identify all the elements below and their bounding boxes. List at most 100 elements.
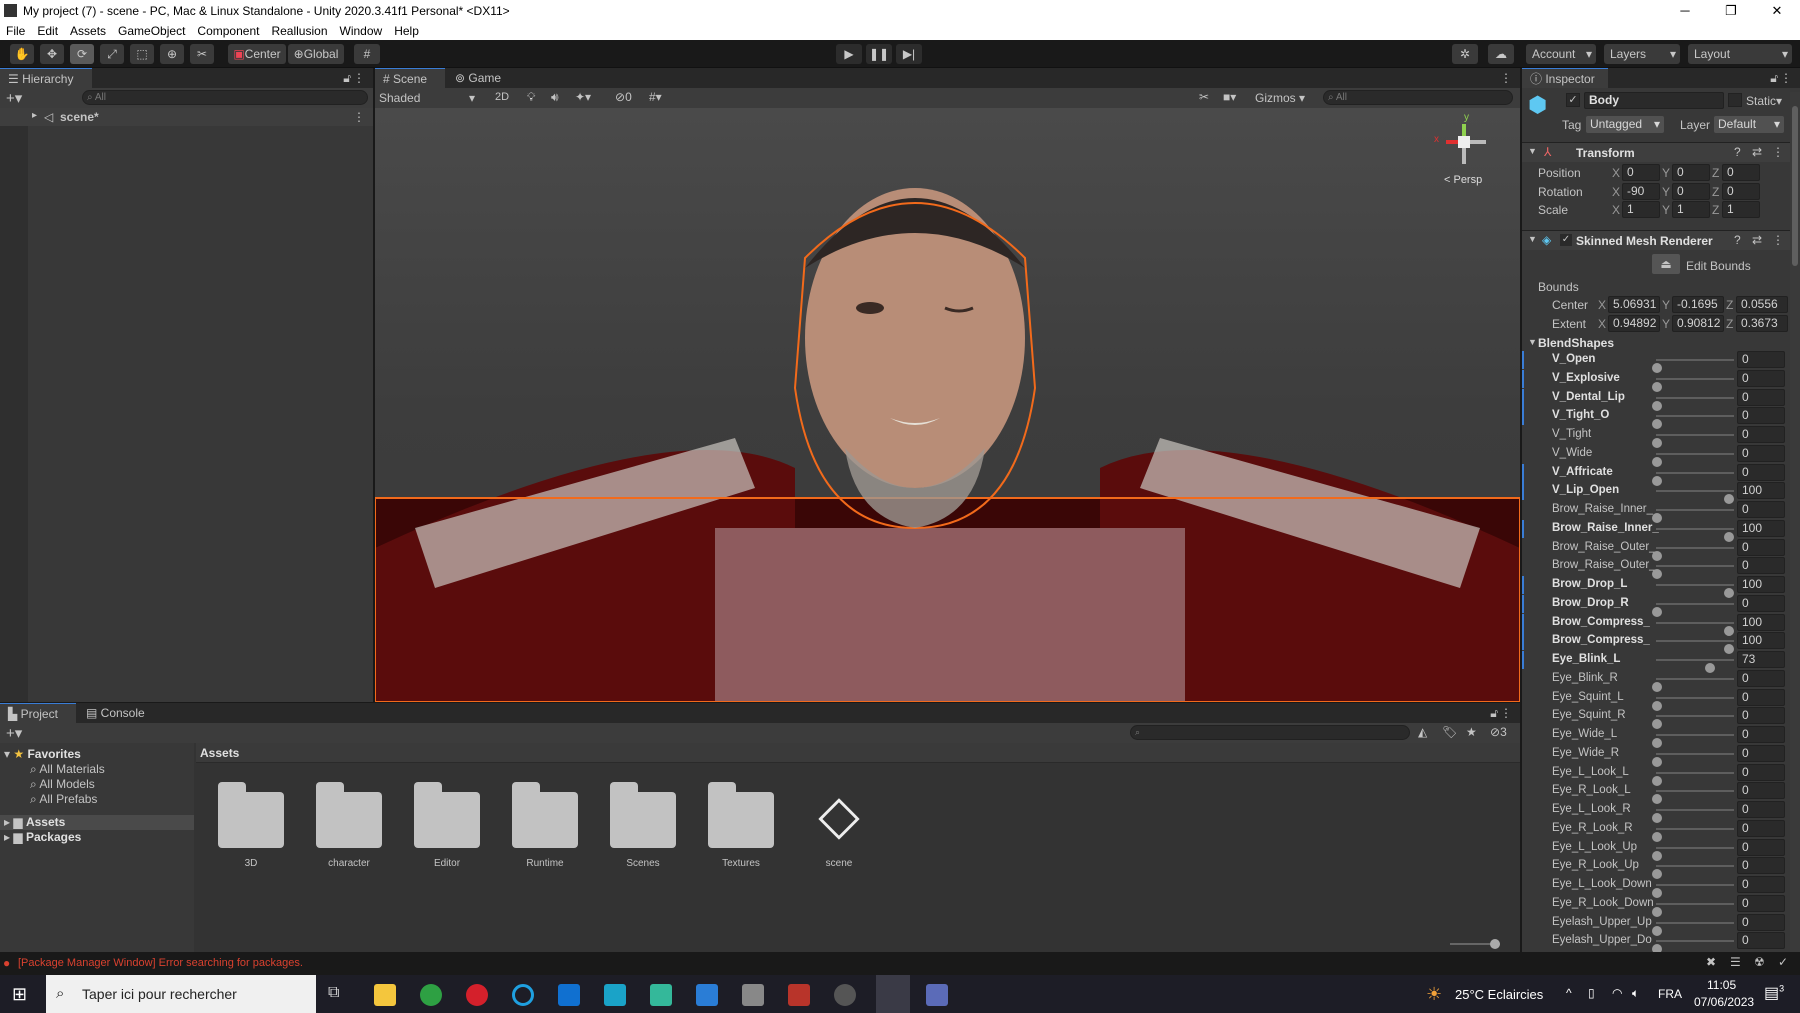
blendshape-value-input[interactable]: 0 — [1737, 913, 1785, 931]
blendshape-value-input[interactable]: 0 — [1737, 557, 1785, 575]
blendshape-slider[interactable] — [1656, 527, 1734, 542]
auto-generate-lighting-icon[interactable]: ☢ — [1754, 955, 1765, 969]
blendshape-slider[interactable] — [1652, 734, 1734, 748]
fav-all-prefabs[interactable]: ⌕ All Prefabs — [30, 792, 97, 807]
tab-inspector[interactable]: ⓘ Inspector — [1522, 68, 1608, 88]
blendshape-slider[interactable] — [1652, 902, 1734, 917]
active-checkbox[interactable]: ✓ — [1566, 93, 1580, 107]
2d-toggle[interactable]: 2D — [495, 91, 509, 103]
transform-position-y-input[interactable]: 0 — [1672, 164, 1710, 181]
menu-help[interactable]: Help — [388, 24, 425, 38]
grid-snap-icon[interactable]: # — [354, 44, 380, 64]
app-icon[interactable] — [742, 984, 764, 1006]
tray-chevron-icon[interactable]: ^ — [1566, 986, 1572, 1000]
taskbar-search-box[interactable]: ⌕ Taper ici pour rechercher — [46, 975, 316, 1013]
tab-game[interactable]: ⊚ Game — [447, 68, 517, 88]
blendshape-value-input[interactable]: 0 — [1737, 444, 1785, 462]
blendshape-value-input[interactable]: 0 — [1737, 688, 1785, 706]
transform-header[interactable]: ▼ ⅄ Transform ? ⇄ ⋮ — [1522, 142, 1790, 162]
tools-icon[interactable]: ✂ — [1199, 90, 1209, 104]
tree-item-assets[interactable]: ▸ ▆ Assets — [0, 815, 194, 830]
blendshape-slider[interactable] — [1652, 546, 1734, 561]
move-tool-icon[interactable]: ✥ — [40, 44, 64, 64]
blendshape-value-input[interactable]: 0 — [1737, 857, 1785, 875]
bounds-extent-x-input[interactable]: 0.94892 — [1608, 314, 1660, 332]
menu-reallusion[interactable]: Reallusion — [265, 24, 333, 38]
progress-check-icon[interactable]: ✓ — [1778, 955, 1788, 969]
clock-time[interactable]: 11:05 — [1707, 978, 1736, 992]
blendshape-value-input[interactable]: 0 — [1737, 782, 1785, 800]
audio-icon[interactable]: 🔊︎ — [551, 90, 559, 105]
add-icon[interactable]: +▾ — [6, 89, 22, 107]
asset-scene[interactable]: ◇ scene — [806, 782, 872, 869]
blendshape-slider[interactable] — [1652, 377, 1734, 392]
minimize-button[interactable]: ─ — [1662, 0, 1708, 21]
create-icon[interactable]: +▾ — [6, 724, 22, 742]
transform-rotation-y-input[interactable]: 0 — [1672, 182, 1710, 200]
blendshape-slider[interactable] — [1652, 846, 1734, 861]
inspector-scrollbar[interactable] — [1790, 92, 1800, 952]
rect-tool-icon[interactable]: ⬚ — [130, 44, 154, 64]
tree-item-packages[interactable]: ▸ ▆ Packages — [4, 830, 81, 844]
transform-rotation-x-input[interactable]: -90 — [1622, 182, 1660, 200]
menu-component[interactable]: Component — [191, 24, 265, 38]
blendshape-value-input[interactable]: 0 — [1737, 369, 1785, 387]
blendshape-value-input[interactable]: 100 — [1737, 613, 1785, 631]
scene-viewport[interactable]: y x < Persp — [375, 108, 1520, 702]
menu-edit[interactable]: Edit — [31, 24, 64, 38]
more-icon[interactable]: ⋮ — [353, 71, 365, 85]
blendshape-value-input[interactable]: 0 — [1737, 351, 1785, 368]
blendshape-value-input[interactable]: 0 — [1737, 388, 1785, 406]
transform-position-x-input[interactable]: 0 — [1622, 164, 1660, 181]
menu-file[interactable]: File — [0, 24, 31, 38]
notifications-icon[interactable]: ▤3 — [1764, 983, 1784, 1003]
unity-hub-icon[interactable] — [834, 984, 856, 1006]
project-search-input[interactable]: ⌕ — [1130, 725, 1410, 740]
tab-scene[interactable]: # Scene — [375, 68, 445, 88]
c-app-icon[interactable] — [512, 984, 534, 1006]
blendshape-value-input[interactable]: 100 — [1737, 519, 1785, 537]
fav-all-models[interactable]: ⌕ All Models — [30, 777, 95, 792]
weather-text[interactable]: 25°C Eclaircies — [1455, 987, 1543, 1002]
blendshape-slider[interactable] — [1652, 415, 1734, 430]
blendshape-value-input[interactable]: 0 — [1737, 894, 1785, 912]
blendshape-slider[interactable] — [1652, 752, 1734, 767]
close-button[interactable]: ✕ — [1754, 0, 1800, 21]
lock-icon[interactable]: 🔓︎ — [1770, 71, 1778, 86]
blendshape-slider[interactable] — [1652, 940, 1734, 955]
expand-arrow-icon[interactable]: ▸ — [32, 110, 37, 121]
lock-icon[interactable]: 🔓︎ — [1490, 706, 1498, 721]
blendshape-value-input[interactable]: 0 — [1737, 501, 1785, 518]
edit-bounds-button[interactable]: ⏏ — [1652, 254, 1680, 274]
hidden-objects-toggle[interactable]: ⊘0 — [615, 90, 632, 104]
blendshape-slider[interactable] — [1652, 452, 1734, 467]
file-explorer-icon[interactable] — [374, 984, 396, 1006]
chrome-icon[interactable] — [420, 984, 442, 1006]
tab-hierarchy[interactable]: ☰ Hierarchy — [0, 68, 92, 88]
help-icon[interactable]: ? — [1734, 233, 1741, 247]
static-checkbox[interactable] — [1728, 93, 1742, 107]
blendshape-value-input[interactable]: 73 — [1737, 651, 1785, 668]
blendshape-slider[interactable] — [1652, 509, 1734, 523]
lighting-icon[interactable]: 💡︎ — [527, 90, 535, 105]
layout-dropdown[interactable]: Layout ▾ — [1688, 44, 1792, 64]
transform-rotation-z-input[interactable]: 0 — [1722, 182, 1760, 200]
blendshape-value-input[interactable]: 0 — [1737, 707, 1785, 725]
opera-icon[interactable] — [466, 984, 488, 1006]
blendshape-value-input[interactable]: 0 — [1737, 538, 1785, 556]
blendshape-slider[interactable] — [1652, 396, 1734, 411]
blendshape-value-input[interactable]: 0 — [1737, 801, 1785, 818]
blendshape-slider[interactable] — [1652, 865, 1734, 880]
blendshape-slider[interactable] — [1656, 490, 1734, 505]
menu-assets[interactable]: Assets — [64, 24, 112, 38]
bounds-center-y-input[interactable]: -0.1695 — [1672, 296, 1724, 313]
blendshape-slider[interactable] — [1652, 602, 1734, 617]
blendshape-value-input[interactable]: 0 — [1737, 594, 1785, 612]
blendshape-slider[interactable] — [1652, 565, 1734, 580]
blendshape-value-input[interactable]: 0 — [1737, 763, 1785, 781]
hierarchy-search-input[interactable]: ⌕ All — [82, 90, 368, 105]
hierarchy-item-scene[interactable]: ▸ ◁ scene* ⋮ — [0, 108, 373, 126]
asset-folder[interactable]: Runtime — [512, 782, 578, 869]
cache-server-icon[interactable]: ☰ — [1730, 955, 1741, 969]
asset-folder[interactable]: Scenes — [610, 782, 676, 869]
